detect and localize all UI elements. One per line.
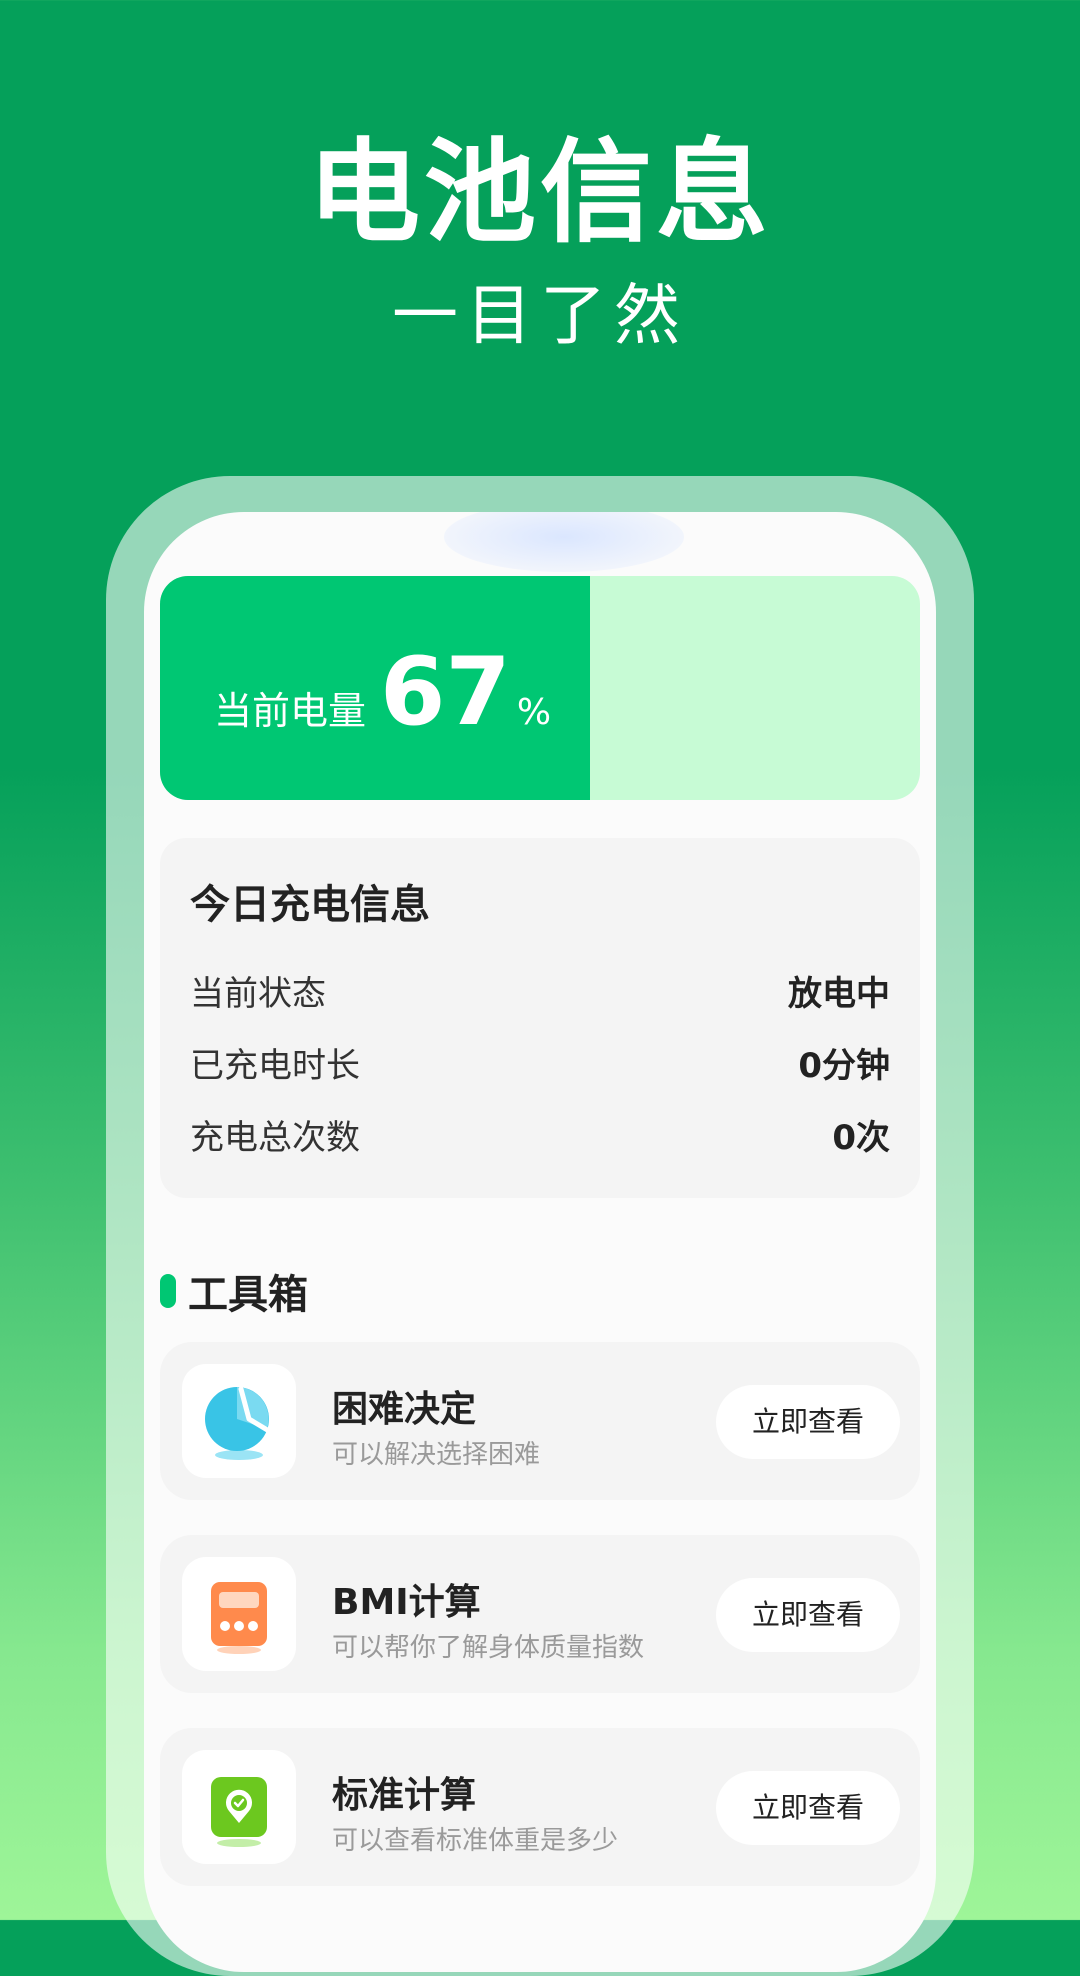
tool-card-bmi[interactable]: BMI计算 可以帮你了解身体质量指数 立即查看 — [160, 1535, 920, 1693]
charge-row-count: 充电总次数 0次 — [190, 1110, 890, 1159]
charge-row-value: 0分钟 — [798, 1046, 890, 1086]
screen-glow — [444, 512, 684, 572]
tool-icon-box — [182, 1750, 296, 1864]
calculator-icon — [211, 1582, 267, 1654]
tool-card-standard-weight[interactable]: 标准计算 可以查看标准体重是多少 立即查看 — [160, 1728, 920, 1886]
charge-info-title: 今日充电信息 — [190, 882, 430, 928]
pie-chart-icon — [205, 1386, 272, 1460]
charge-row-duration: 已充电时长 0分钟 — [190, 1038, 890, 1087]
tool-name: 标准计算 — [332, 1775, 477, 1816]
battery-percentage: 67 — [380, 638, 511, 747]
tool-card-difficult-decision[interactable]: 困难决定 可以解决选择困难 立即查看 — [160, 1342, 920, 1500]
charge-row-label: 已充电时长 — [190, 1046, 360, 1086]
tool-name: BMI计算 — [332, 1582, 481, 1623]
charge-row-status: 当前状态 放电中 — [190, 966, 890, 1015]
tool-icon-box — [182, 1557, 296, 1671]
tool-desc: 可以帮你了解身体质量指数 — [332, 1633, 645, 1663]
battery-label: 当前电量 — [214, 689, 367, 733]
battery-unit: % — [516, 692, 552, 733]
scale-check-icon — [211, 1777, 267, 1847]
charge-row-value: 放电中 — [788, 974, 890, 1014]
charge-info-card: 今日充电信息 当前状态 放电中 已充电时长 0分钟 充电总次数 0次 — [160, 838, 920, 1198]
tool-desc: 可以解决选择困难 — [332, 1440, 541, 1470]
battery-level-card: 当前电量 67 % — [160, 576, 920, 800]
tool-icon-box — [182, 1364, 296, 1478]
charge-row-value: 0次 — [832, 1118, 890, 1158]
toolbox-title: 工具箱 — [188, 1272, 308, 1318]
view-now-button[interactable]: 立即查看 — [716, 1771, 900, 1845]
hero-subtitle: 一目了然 — [392, 277, 688, 354]
charge-row-label: 充电总次数 — [190, 1118, 360, 1158]
toolbox-header: 工具箱 — [160, 1262, 308, 1320]
view-now-button[interactable]: 立即查看 — [716, 1385, 900, 1459]
toolbox-accent-bar — [160, 1274, 176, 1308]
battery-label-row: 当前电量 67 % — [214, 646, 551, 740]
tool-name: 困难决定 — [332, 1389, 477, 1430]
hero-title: 电池信息 — [308, 128, 772, 258]
tool-desc: 可以查看标准体重是多少 — [332, 1826, 619, 1856]
view-now-button[interactable]: 立即查看 — [716, 1578, 900, 1652]
charge-row-label: 当前状态 — [190, 974, 326, 1014]
